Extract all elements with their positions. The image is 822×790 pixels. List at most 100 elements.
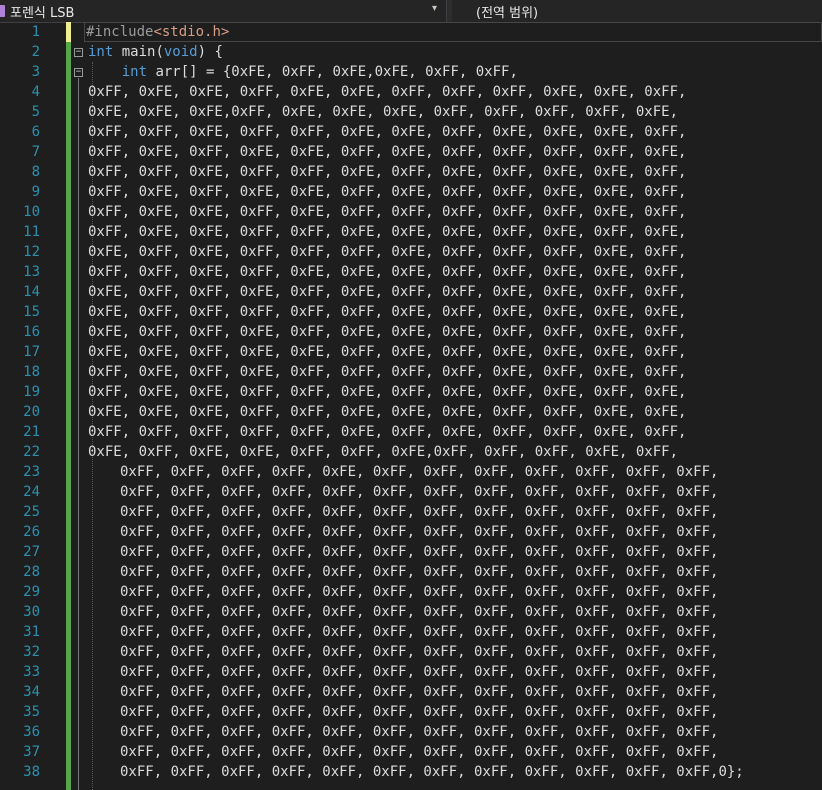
line-number: 27 [23, 544, 40, 560]
line-number: 15 [23, 304, 40, 320]
code-token: 0xFF, 0xFF, 0xFE, 0xFF, 0xFE, 0xFE, 0xFE… [88, 264, 687, 280]
code-line[interactable]: 0xFF, 0xFF, 0xFF, 0xFF, 0xFF, 0xFF, 0xFF… [120, 522, 718, 542]
code-token: 0xFF, 0xFF, 0xFF, 0xFF, 0xFF, 0xFF, 0xFF… [120, 764, 744, 780]
line-number: 6 [31, 124, 40, 140]
project-dropdown[interactable]: 포렌식 LSB ▾ [0, 0, 447, 22]
code-line[interactable]: 0xFF, 0xFF, 0xFF, 0xFF, 0xFF, 0xFF, 0xFF… [120, 742, 718, 762]
code-line[interactable]: 0xFF, 0xFF, 0xFF, 0xFF, 0xFF, 0xFF, 0xFF… [120, 502, 718, 522]
code-token: 0xFE, 0xFE, 0xFE,0xFF, 0xFE, 0xFE, 0xFE,… [88, 104, 679, 120]
code-line[interactable]: 0xFE, 0xFF, 0xFF, 0xFE, 0xFF, 0xFE, 0xFE… [88, 322, 686, 342]
line-number: 11 [23, 224, 40, 240]
code-line[interactable]: 0xFE, 0xFE, 0xFF, 0xFE, 0xFE, 0xFF, 0xFE… [88, 342, 686, 362]
code-line[interactable]: #include<stdio.h> [86, 22, 229, 42]
code-token: 0xFF, 0xFF, 0xFF, 0xFF, 0xFF, 0xFF, 0xFF… [120, 624, 719, 640]
code-line[interactable]: 0xFF, 0xFE, 0xFE, 0xFF, 0xFE, 0xFE, 0xFF… [88, 82, 686, 102]
code-token: 0xFF, 0xFF, 0xFE, 0xFF, 0xFF, 0xFE, 0xFF… [88, 164, 687, 180]
code-line[interactable]: 0xFF, 0xFF, 0xFF, 0xFF, 0xFF, 0xFF, 0xFF… [120, 562, 718, 582]
code-line[interactable]: 0xFE, 0xFF, 0xFE, 0xFF, 0xFF, 0xFF, 0xFE… [88, 242, 686, 262]
line-number: 12 [23, 244, 40, 260]
line-number: 1 [31, 24, 40, 40]
line-number: 35 [23, 704, 40, 720]
code-token: 0xFF, 0xFF, 0xFF, 0xFF, 0xFF, 0xFF, 0xFF… [120, 684, 719, 700]
code-line[interactable]: 0xFF, 0xFF, 0xFE, 0xFF, 0xFF, 0xFE, 0xFF… [88, 162, 686, 182]
code-line[interactable]: 0xFF, 0xFE, 0xFF, 0xFE, 0xFE, 0xFF, 0xFE… [88, 182, 686, 202]
code-line[interactable]: 0xFE, 0xFE, 0xFE,0xFF, 0xFE, 0xFE, 0xFE,… [88, 102, 678, 122]
line-number: 22 [23, 444, 40, 460]
line-number: 7 [31, 144, 40, 160]
line-number: 17 [23, 344, 40, 360]
code-token: 0xFF, 0xFF, 0xFF, 0xFF, 0xFF, 0xFF, 0xFF… [120, 704, 719, 720]
code-line[interactable]: 0xFF, 0xFF, 0xFF, 0xFF, 0xFF, 0xFF, 0xFF… [120, 662, 718, 682]
line-number: 38 [23, 764, 40, 780]
code-token: 0xFF, 0xFF, 0xFF, 0xFF, 0xFF, 0xFF, 0xFF… [120, 484, 719, 500]
code-line[interactable]: 0xFF, 0xFE, 0xFE, 0xFF, 0xFF, 0xFE, 0xFE… [88, 222, 686, 242]
saved-change-marker [66, 42, 71, 790]
line-number: 8 [31, 164, 40, 180]
code-token: 0xFF, 0xFF, 0xFF, 0xFF, 0xFF, 0xFF, 0xFF… [120, 664, 719, 680]
line-number: 30 [23, 604, 40, 620]
code-token: 0xFE, 0xFF, 0xFE, 0xFF, 0xFF, 0xFF, 0xFE… [88, 244, 687, 260]
code-line[interactable]: int arr[] = {0xFE, 0xFF, 0xFE,0xFE, 0xFF… [88, 62, 518, 82]
line-number: 21 [23, 424, 40, 440]
code-token: void [163, 44, 198, 60]
code-line[interactable]: 0xFE, 0xFF, 0xFF, 0xFE, 0xFF, 0xFE, 0xFF… [88, 282, 686, 302]
code-token: int [121, 64, 148, 80]
code-line[interactable]: 0xFF, 0xFF, 0xFF, 0xFF, 0xFF, 0xFF, 0xFF… [120, 602, 718, 622]
line-number: 33 [23, 664, 40, 680]
code-token: 0xFE, 0xFF, 0xFF, 0xFF, 0xFF, 0xFF, 0xFE… [88, 304, 687, 320]
code-token: main( [113, 44, 164, 60]
line-number: 2 [31, 44, 40, 60]
code-editor[interactable]: − − 1 2 3 4 5 6 7 8 9 10 11 12 13 14 15 16 17 18 19 20 21 22 2… [0, 22, 822, 790]
line-number: 32 [23, 644, 40, 660]
code-token: 0xFF, 0xFF, 0xFF, 0xFF, 0xFF, 0xFF, 0xFF… [120, 604, 719, 620]
line-number: 13 [23, 264, 40, 280]
code-token: 0xFF, 0xFF, 0xFF, 0xFF, 0xFE, 0xFF, 0xFF… [120, 464, 719, 480]
line-number: 31 [23, 624, 40, 640]
code-line[interactable]: 0xFF, 0xFF, 0xFE, 0xFF, 0xFE, 0xFE, 0xFE… [88, 262, 686, 282]
code-line[interactable]: 0xFF, 0xFF, 0xFF, 0xFF, 0xFF, 0xFF, 0xFF… [120, 542, 718, 562]
code-line[interactable]: 0xFF, 0xFF, 0xFF, 0xFF, 0xFE, 0xFF, 0xFF… [120, 462, 718, 482]
code-token: 0xFF, 0xFE, 0xFF, 0xFE, 0xFF, 0xFF, 0xFF… [88, 364, 687, 380]
code-line[interactable]: 0xFF, 0xFE, 0xFF, 0xFE, 0xFF, 0xFF, 0xFF… [88, 362, 686, 382]
code-line[interactable]: 0xFF, 0xFF, 0xFF, 0xFF, 0xFF, 0xFF, 0xFF… [120, 582, 718, 602]
line-number: 25 [23, 504, 40, 520]
collapse-icon[interactable]: − [74, 48, 83, 57]
code-line[interactable]: int main(void) { [88, 42, 223, 62]
code-line[interactable]: 0xFF, 0xFE, 0xFE, 0xFF, 0xFE, 0xFF, 0xFF… [88, 202, 686, 222]
code-token: 0xFF, 0xFF, 0xFF, 0xFF, 0xFF, 0xFF, 0xFF… [120, 564, 719, 580]
code-token: arr[] = {0xFE, 0xFF, 0xFE,0xFE, 0xFF, 0x… [147, 64, 518, 80]
code-line[interactable]: 0xFF, 0xFE, 0xFE, 0xFF, 0xFF, 0xFE, 0xFF… [88, 382, 686, 402]
code-line[interactable]: 0xFF, 0xFF, 0xFF, 0xFF, 0xFF, 0xFF, 0xFF… [120, 702, 718, 722]
code-token: 0xFF, 0xFF, 0xFF, 0xFF, 0xFF, 0xFF, 0xFF… [120, 524, 719, 540]
code-line[interactable]: 0xFE, 0xFF, 0xFF, 0xFF, 0xFF, 0xFF, 0xFE… [88, 302, 686, 322]
code-line[interactable]: 0xFF, 0xFF, 0xFE, 0xFF, 0xFF, 0xFE, 0xFE… [88, 122, 686, 142]
unsaved-change-marker [66, 22, 71, 42]
code-token: int [88, 44, 114, 60]
line-number: 16 [23, 324, 40, 340]
code-line[interactable]: 0xFF, 0xFF, 0xFF, 0xFF, 0xFF, 0xFF, 0xFF… [120, 482, 718, 502]
code-line[interactable]: 0xFF, 0xFF, 0xFF, 0xFF, 0xFF, 0xFF, 0xFF… [120, 682, 718, 702]
code-line[interactable]: 0xFE, 0xFF, 0xFE, 0xFE, 0xFF, 0xFF, 0xFE… [88, 442, 678, 462]
code-token: 0xFF, 0xFE, 0xFF, 0xFE, 0xFE, 0xFF, 0xFE… [88, 144, 687, 160]
code-line[interactable]: 0xFF, 0xFF, 0xFF, 0xFF, 0xFF, 0xFF, 0xFF… [120, 762, 744, 782]
code-line[interactable]: 0xFF, 0xFE, 0xFF, 0xFE, 0xFE, 0xFF, 0xFE… [88, 142, 686, 162]
code-token: 0xFF, 0xFE, 0xFE, 0xFF, 0xFE, 0xFF, 0xFF… [88, 204, 687, 220]
collapse-icon[interactable]: − [74, 68, 83, 77]
line-number: 10 [23, 204, 40, 220]
code-line[interactable]: 0xFE, 0xFE, 0xFE, 0xFF, 0xFF, 0xFE, 0xFE… [88, 402, 686, 422]
code-line[interactable]: 0xFF, 0xFF, 0xFF, 0xFF, 0xFF, 0xFE, 0xFF… [88, 422, 686, 442]
code-line[interactable]: 0xFF, 0xFF, 0xFF, 0xFF, 0xFF, 0xFF, 0xFF… [120, 722, 718, 742]
code-token: 0xFE, 0xFE, 0xFE, 0xFF, 0xFF, 0xFE, 0xFE… [88, 404, 687, 420]
code-token: 0xFF, 0xFF, 0xFF, 0xFF, 0xFF, 0xFF, 0xFF… [120, 644, 719, 660]
code-token: ) { [197, 44, 223, 60]
line-number: 34 [23, 684, 40, 700]
line-number: 24 [23, 484, 40, 500]
code-token: 0xFF, 0xFF, 0xFF, 0xFF, 0xFF, 0xFF, 0xFF… [120, 544, 719, 560]
code-line[interactable]: 0xFF, 0xFF, 0xFF, 0xFF, 0xFF, 0xFF, 0xFF… [120, 642, 718, 662]
chevron-down-icon[interactable]: ▾ [432, 3, 437, 14]
line-number: 18 [23, 364, 40, 380]
navigation-bar: 포렌식 LSB ▾ (전역 범위) [0, 0, 822, 23]
code-line[interactable]: 0xFF, 0xFF, 0xFF, 0xFF, 0xFF, 0xFF, 0xFF… [120, 622, 718, 642]
line-number: 28 [23, 564, 40, 580]
scope-dropdown[interactable]: (전역 범위) [452, 0, 822, 22]
